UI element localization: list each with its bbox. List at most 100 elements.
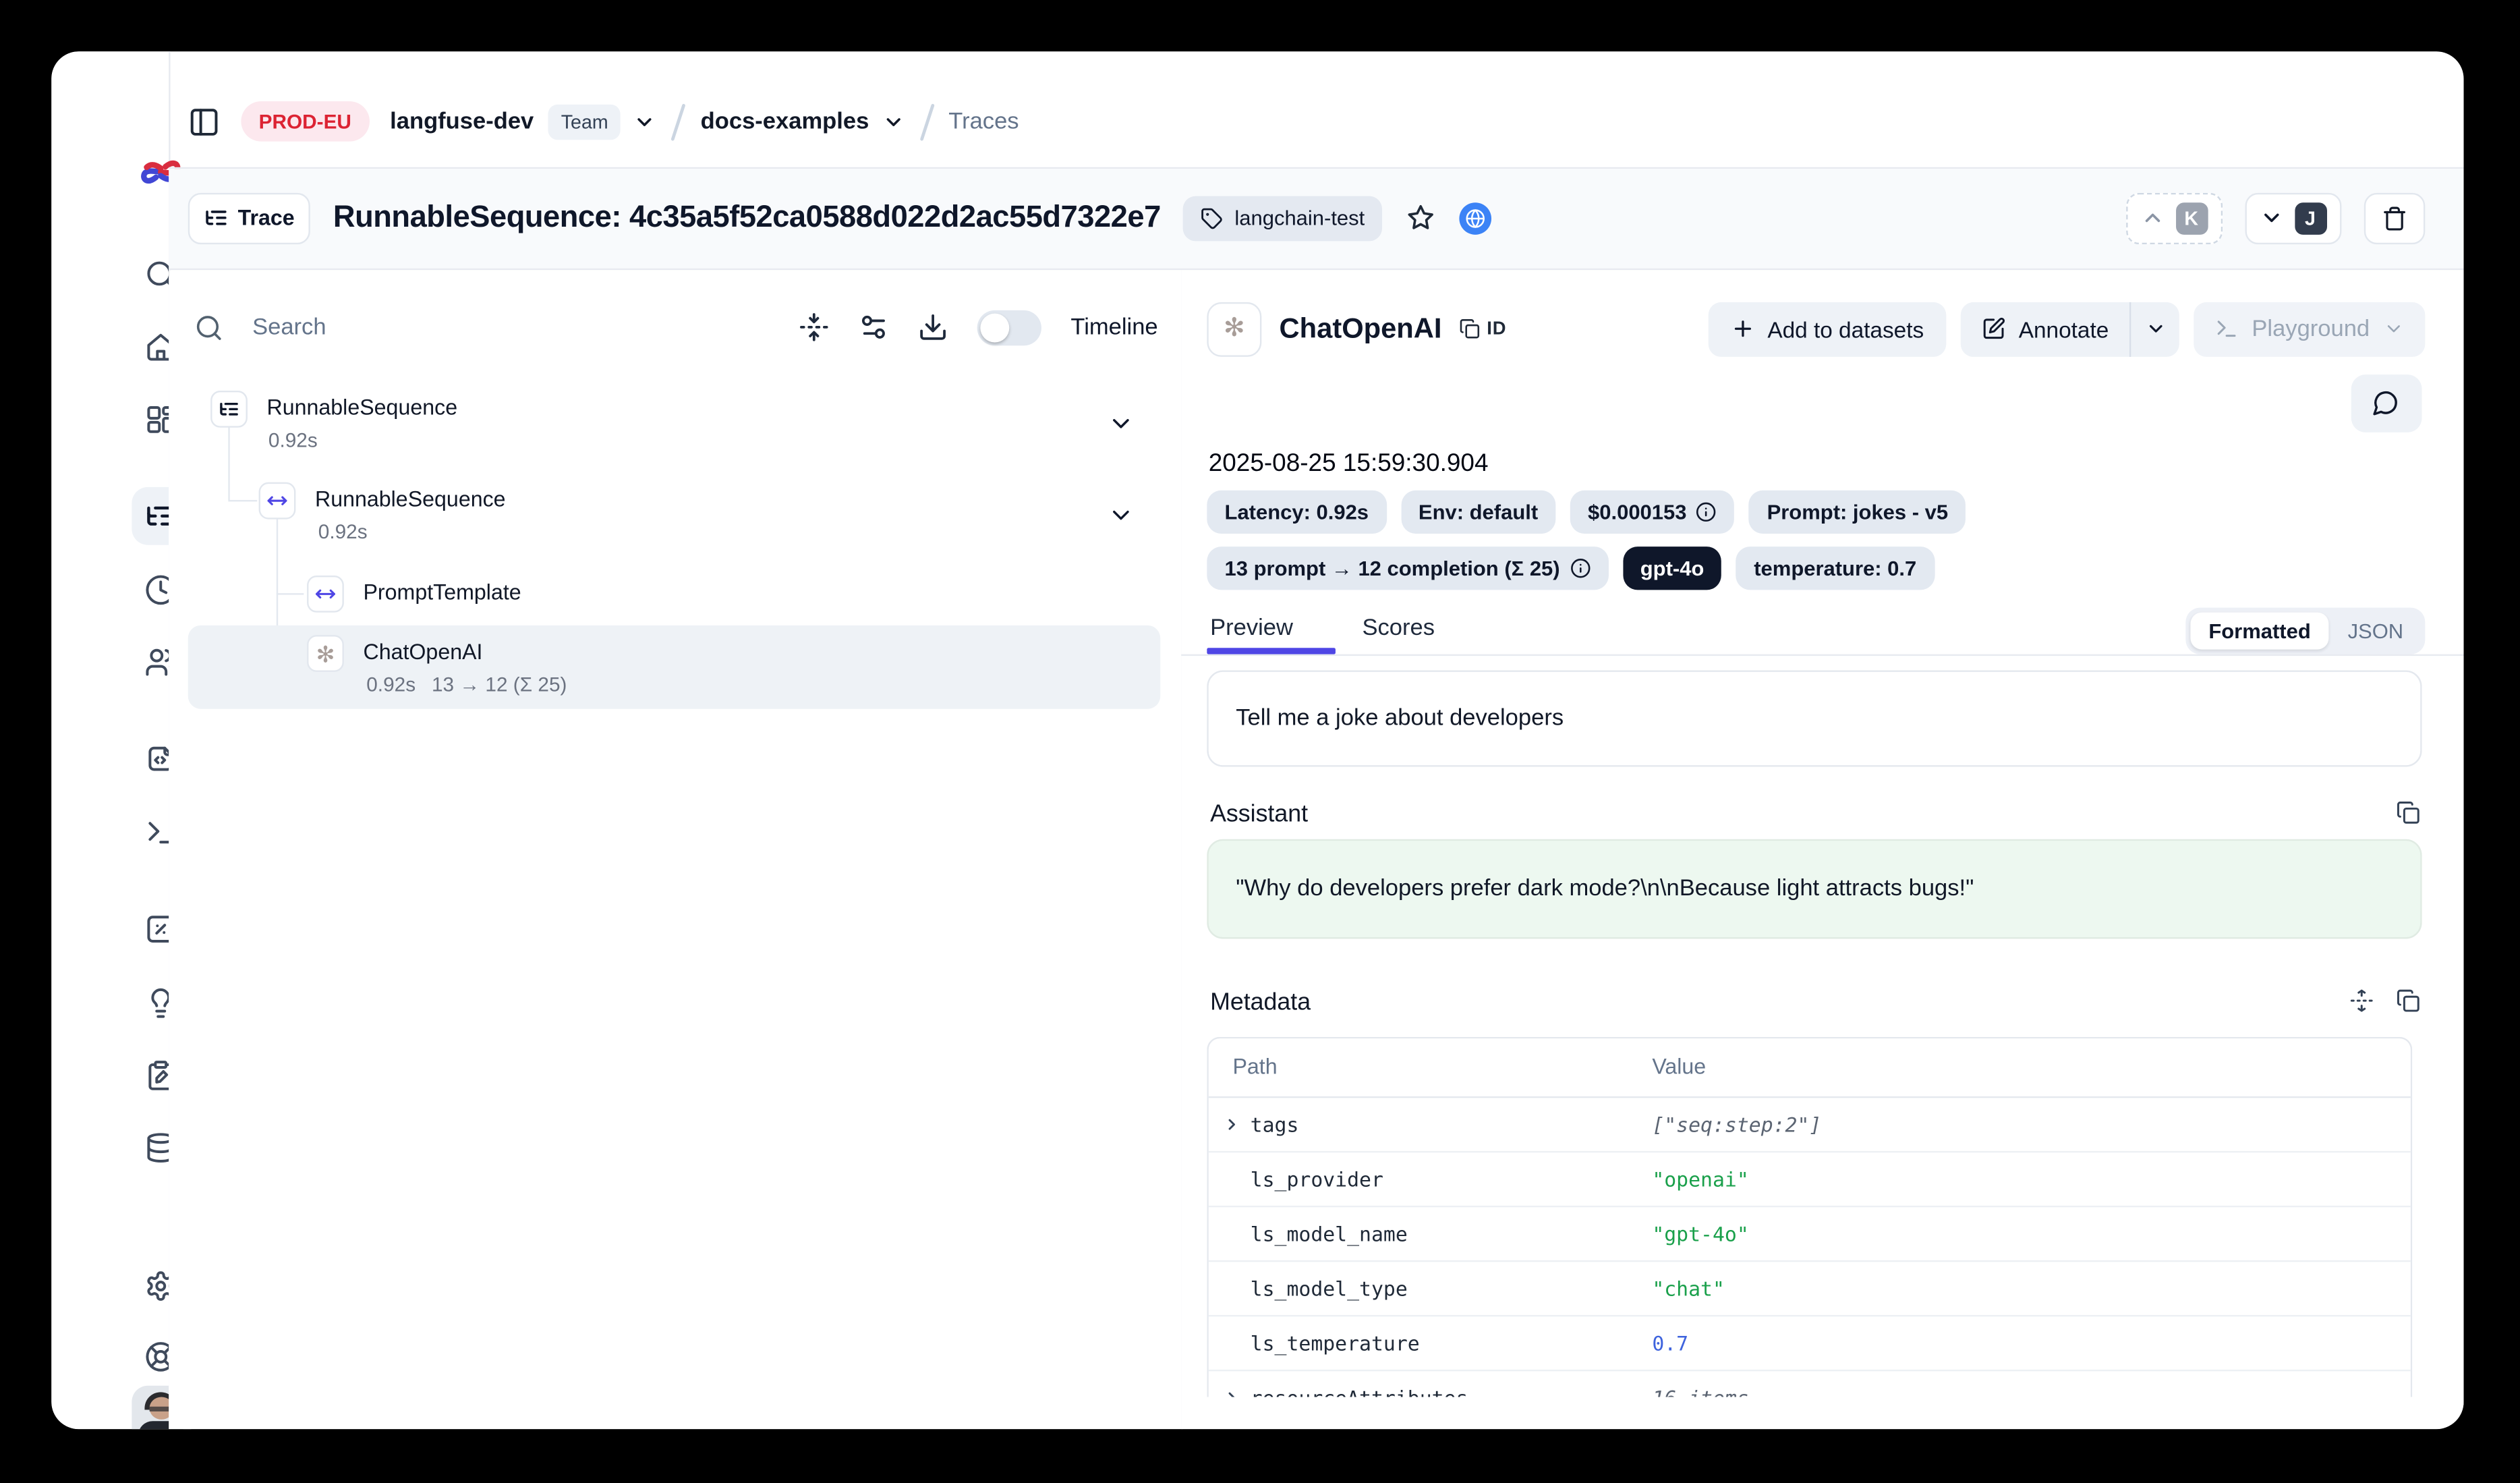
- chevron-down-icon: [2382, 318, 2403, 339]
- temperature-badge: temperature: 0.7: [1736, 546, 1934, 589]
- download-icon[interactable]: [918, 312, 948, 342]
- topbar: PROD-EU langfuse-dev Team docs-examples …: [169, 51, 2463, 169]
- metadata-section-label: Metadata: [1210, 988, 1311, 1015]
- comments-button[interactable]: [2351, 374, 2422, 432]
- org-name[interactable]: langfuse-dev: [390, 109, 534, 134]
- openai-icon: ✻: [307, 635, 344, 672]
- format-option-formatted[interactable]: Formatted: [2191, 612, 2328, 649]
- token-usage-badge[interactable]: 13 prompt → 12 completion (Σ 25): [1207, 546, 1608, 589]
- annotate-button-group: Annotate: [1961, 302, 2179, 356]
- trace-tag-badge[interactable]: langchain-test: [1183, 196, 1382, 241]
- app-window: PROD-EU langfuse-dev Team docs-examples …: [51, 51, 2463, 1428]
- add-to-datasets-button[interactable]: Add to datasets: [1708, 302, 1946, 356]
- project-name[interactable]: docs-examples: [701, 109, 869, 134]
- openai-icon: ✻: [1207, 302, 1261, 356]
- keyboard-key-k: K: [2175, 202, 2208, 235]
- org-role-badge: Team: [548, 104, 621, 139]
- assistant-message-box: "Why do developers prefer dark mode?\n\n…: [1207, 839, 2421, 939]
- prev-observation-button[interactable]: K: [2125, 192, 2222, 244]
- node-label: RunnableSequence: [315, 487, 506, 511]
- info-icon: [1696, 501, 1717, 522]
- node-label: ChatOpenAI: [363, 640, 482, 664]
- sidebar-toggle-icon[interactable]: [188, 106, 221, 138]
- annotate-button[interactable]: Annotate: [1961, 302, 2129, 356]
- tab-preview[interactable]: Preview: [1207, 604, 1335, 654]
- format-option-json[interactable]: JSON: [2332, 618, 2419, 642]
- expand-metadata-icon[interactable]: [2349, 988, 2373, 1012]
- expand-row-chevron-icon[interactable]: [1223, 1388, 1240, 1396]
- next-observation-button[interactable]: J: [2244, 192, 2341, 244]
- bookmark-star-icon[interactable]: [1405, 202, 1437, 235]
- public-globe-icon[interactable]: [1460, 202, 1492, 235]
- breadcrumb-separator: [671, 103, 685, 140]
- tree-node-runnablesequence-child[interactable]: RunnableSequence 0.92s: [188, 471, 1160, 555]
- copy-metadata-icon[interactable]: [2395, 988, 2419, 1012]
- info-icon: [1570, 557, 1591, 578]
- chain-step-icon: [259, 482, 296, 520]
- metadata-table: Path Value tags ["seq:step:2"] ls_provid…: [1207, 1036, 2411, 1397]
- delete-trace-button[interactable]: [2364, 192, 2425, 244]
- metadata-row-ls-provider: ls_provider "openai": [1209, 1152, 2410, 1206]
- tree-search-input[interactable]: [249, 312, 770, 341]
- tree-node-chatopenai[interactable]: ✻ ChatOpenAI 0.92s 13 → 12 (Σ 25): [188, 625, 1160, 709]
- breadcrumb-section[interactable]: Traces: [948, 109, 1019, 134]
- latency-badge: Latency: 0.92s: [1207, 490, 1386, 533]
- trace-header: Trace RunnableSequence: 4c35a5f52ca0588d…: [169, 169, 2463, 269]
- collapse-chevron-icon[interactable]: [1108, 501, 1135, 529]
- environment-badge: Env: default: [1401, 490, 1556, 533]
- node-label: RunnableSequence: [267, 395, 458, 419]
- collapse-all-icon[interactable]: [799, 312, 830, 342]
- nav-sidebar: [51, 51, 171, 1428]
- trace-title: RunnableSequence: 4c35a5f52ca0588d022d2a…: [333, 200, 1161, 235]
- trace-tree-icon: [204, 206, 229, 231]
- detail-header: ✻ ChatOpenAI ID Add to datasets Annotate: [1207, 302, 2424, 356]
- copy-assistant-icon[interactable]: [2395, 800, 2419, 824]
- annotate-dropdown-button[interactable]: [2131, 302, 2179, 356]
- tabs-divider: [1181, 654, 2463, 655]
- metadata-row-tags[interactable]: tags ["seq:step:2"]: [1209, 1097, 2410, 1152]
- environment-badge: PROD-EU: [241, 102, 369, 142]
- tree-node-runnablesequence-root[interactable]: RunnableSequence 0.92s: [188, 379, 1160, 462]
- timeline-label: Timeline: [1070, 314, 1157, 340]
- node-duration: 0.92s: [366, 673, 416, 696]
- observation-timestamp: 2025-08-25 15:59:30.904: [1209, 449, 1489, 478]
- search-icon: [194, 312, 223, 341]
- tree-node-prompttemplate[interactable]: PromptTemplate: [188, 564, 1160, 620]
- plus-icon: [1731, 316, 1755, 341]
- cost-badge[interactable]: $0.000153: [1570, 490, 1735, 533]
- chain-step-icon: [307, 576, 344, 613]
- observation-title: ChatOpenAI: [1280, 312, 1442, 345]
- node-label: PromptTemplate: [363, 580, 521, 605]
- collapse-chevron-icon[interactable]: [1108, 409, 1135, 437]
- trace-tree-icon: [210, 390, 248, 427]
- tab-scores[interactable]: Scores: [1335, 604, 1462, 654]
- model-badge[interactable]: gpt-4o: [1623, 546, 1722, 589]
- toggle-knob: [981, 312, 1010, 341]
- node-duration: 0.92s: [268, 428, 318, 451]
- assistant-section-label: Assistant: [1210, 800, 1308, 827]
- input-message-text: Tell me a joke about developers: [1236, 705, 1564, 731]
- prompt-badge[interactable]: Prompt: jokes - v5: [1749, 490, 1966, 533]
- chevron-up-icon: [2140, 206, 2164, 231]
- trace-type-chip: Trace: [188, 192, 311, 244]
- tree-search[interactable]: [194, 312, 770, 341]
- trace-tag-label: langchain-test: [1234, 206, 1365, 231]
- terminal-icon: [2215, 316, 2239, 341]
- expand-row-chevron-icon[interactable]: [1223, 1115, 1240, 1132]
- timeline-toggle[interactable]: [977, 310, 1041, 345]
- screen: PROD-EU langfuse-dev Team docs-examples …: [0, 0, 2520, 1483]
- org-chevron-down-icon[interactable]: [634, 111, 656, 133]
- project-chevron-down-icon[interactable]: [882, 111, 904, 133]
- badge-row-1: Latency: 0.92s Env: default $0.000153 Pr…: [1207, 490, 1966, 533]
- copy-id-control[interactable]: ID: [1460, 318, 1507, 339]
- trace-type-label: Trace: [238, 206, 295, 231]
- playground-button[interactable]: Playground: [2194, 302, 2425, 356]
- observation-detail-panel: ✻ ChatOpenAI ID Add to datasets Annotate: [1181, 269, 2463, 1428]
- metadata-table-header: Path Value: [1209, 1038, 2410, 1097]
- tree-settings-icon[interactable]: [859, 312, 889, 342]
- observation-tree-panel: Timeline RunnableSequence 0.92s Runnable…: [169, 269, 1182, 1428]
- id-label: ID: [1487, 319, 1506, 339]
- node-metrics: 0.92s 13 → 12 (Σ 25): [366, 673, 567, 696]
- metadata-row-resource-attributes[interactable]: resourceAttributes 16 items: [1209, 1370, 2410, 1396]
- pen-square-icon: [1982, 316, 2006, 341]
